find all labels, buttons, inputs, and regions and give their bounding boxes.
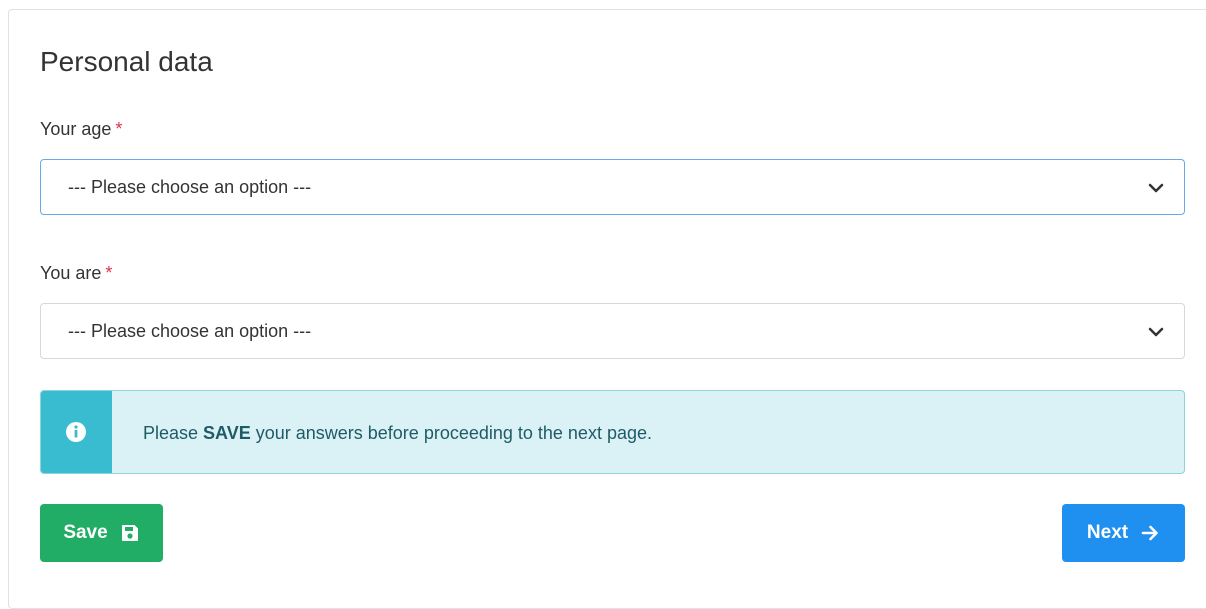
chevron-down-icon bbox=[1148, 327, 1164, 337]
required-marker: * bbox=[105, 263, 113, 283]
arrow-right-icon bbox=[1141, 525, 1158, 541]
floppy-disk-icon bbox=[121, 525, 138, 541]
alert-text-after: your answers before proceeding to the ne… bbox=[250, 423, 652, 443]
age-label: Your age * bbox=[40, 117, 122, 141]
you-are-label-text: You are bbox=[40, 263, 102, 283]
age-label-text: Your age bbox=[40, 119, 112, 139]
info-alert: Please SAVE your answers before proceedi… bbox=[40, 390, 1185, 474]
next-button-label: Next bbox=[1086, 522, 1129, 543]
age-select[interactable]: --- Please choose an option --- bbox=[40, 159, 1185, 215]
alert-text-before: Please bbox=[143, 423, 204, 443]
page-title: Personal data bbox=[40, 46, 213, 77]
required-marker: * bbox=[115, 119, 123, 139]
next-button[interactable]: Next bbox=[1062, 504, 1185, 562]
you-are-select[interactable]: --- Please choose an option --- bbox=[40, 303, 1185, 359]
you-are-label: You are * bbox=[40, 261, 112, 285]
age-select-value: --- Please choose an option --- bbox=[68, 177, 312, 197]
chevron-down-icon bbox=[1148, 183, 1164, 193]
alert-message: Please SAVE your answers before proceedi… bbox=[143, 421, 652, 445]
alert-text-bold: SAVE bbox=[203, 423, 251, 443]
save-button[interactable]: Save bbox=[40, 504, 163, 562]
save-button-label: Save bbox=[63, 522, 108, 543]
info-circle-icon bbox=[66, 422, 86, 442]
you-are-select-value: --- Please choose an option --- bbox=[68, 321, 312, 341]
alert-icon-column bbox=[41, 391, 112, 473]
